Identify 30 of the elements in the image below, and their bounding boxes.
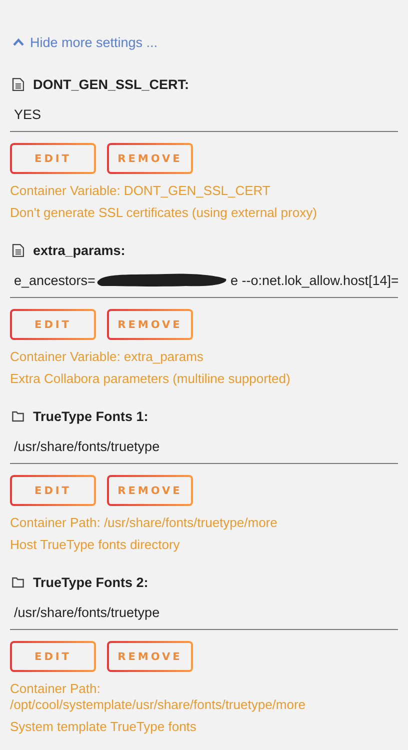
setting-description: Container Variable: extra_params (10, 349, 204, 365)
remove-button[interactable]: REMOVE (107, 309, 193, 340)
setting-description: Container Path: /usr/share/fonts/truetype/more (10, 515, 278, 531)
edit-button[interactable]: EDIT (10, 309, 96, 340)
setting-label: extra_params: (33, 243, 126, 258)
value-field[interactable]: /usr/share/fonts/truetype (10, 429, 398, 464)
setting-description: System template TrueType fonts (10, 719, 198, 735)
edit-button[interactable]: EDIT (10, 143, 96, 174)
setting-description: Container Path: /opt/cool/systemplate/usr/share/fonts/truetype/more (10, 681, 307, 713)
remove-button[interactable]: REMOVE (107, 143, 193, 174)
remove-button[interactable]: REMOVE (107, 475, 193, 506)
value-field[interactable]: /usr/share/fonts/truetype (10, 595, 398, 630)
setting-label: DONT_GEN_SSL_CERT: (33, 77, 190, 92)
folder-icon (12, 410, 24, 423)
value-field[interactable]: YES (10, 97, 398, 132)
edit-button[interactable]: EDIT (10, 641, 96, 672)
folder-icon (12, 576, 24, 589)
edit-button[interactable]: EDIT (10, 475, 96, 506)
setting-label: TrueType Fonts 2: (33, 575, 148, 590)
value-field[interactable]: e_ancestors= e --o:net.lok_allow.host[14]= (10, 263, 398, 298)
hide-settings-link[interactable]: Hide more settings ... (13, 34, 158, 50)
remove-button[interactable]: REMOVE (107, 641, 193, 672)
setting-description: Don't generate SSL certificates (using external proxy) (10, 205, 318, 221)
setting-description: Container Variable: DONT_GEN_SSL_CERT (10, 183, 272, 199)
setting-description: Host TrueType fonts directory (10, 537, 181, 553)
setting-label: TrueType Fonts 1: (33, 409, 148, 424)
document-icon (12, 78, 24, 91)
chevron-up-icon (13, 38, 24, 46)
document-icon (12, 244, 24, 257)
setting-description: Extra Collabora parameters (multiline supported) (10, 371, 292, 387)
